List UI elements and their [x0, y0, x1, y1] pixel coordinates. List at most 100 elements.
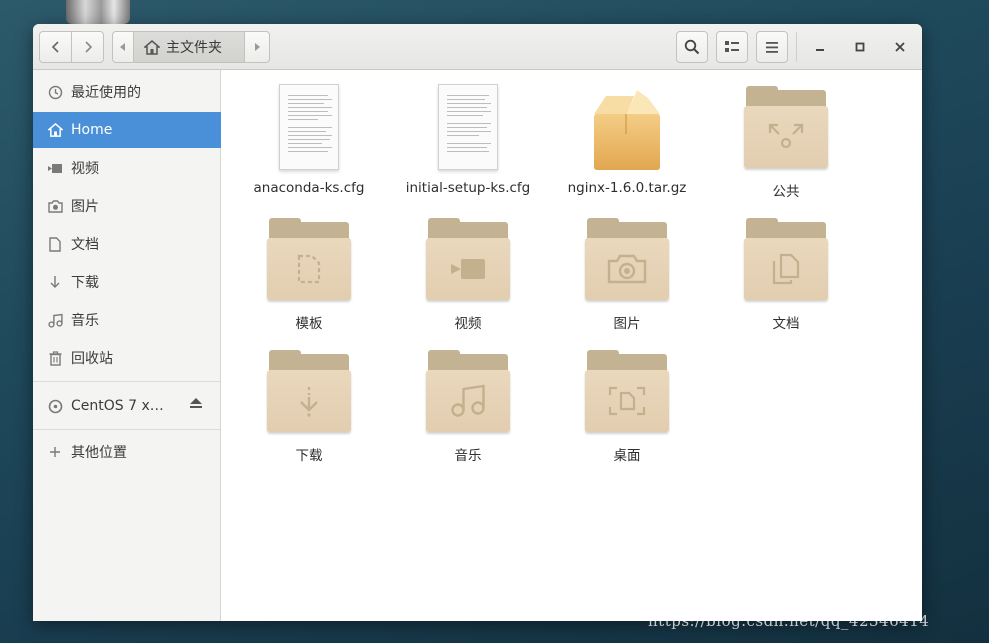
sidebar-item-documents[interactable]: 文档 [33, 226, 221, 262]
file-item[interactable]: nginx-1.6.0.tar.gz [557, 84, 697, 204]
folder-icon [582, 216, 672, 306]
folder-item[interactable]: 文档 [716, 216, 856, 336]
hamburger-icon [766, 41, 778, 53]
eject-icon[interactable] [189, 397, 203, 413]
watermark-text: https://blog.csdn.net/qq_42346414 [648, 612, 930, 630]
sidebar-divider [33, 429, 220, 430]
video-icon [46, 159, 64, 177]
folder-item[interactable]: 公共 [716, 84, 856, 204]
list-view-icon [725, 41, 739, 52]
folder-item[interactable]: 音乐 [398, 348, 538, 468]
file-name: 文档 [772, 316, 800, 332]
close-icon [895, 42, 905, 52]
header-bar: 主文件夹 [33, 24, 922, 70]
file-item[interactable]: initial-setup-ks.cfg [398, 84, 538, 204]
path-scroll-left-button[interactable] [112, 31, 134, 63]
sidebar-item-label: 图片 [71, 199, 99, 215]
folder-item[interactable]: 模板 [239, 216, 379, 336]
file-manager-window: 主文件夹 最近使用的 Home 视频 图片 文档 下载 音乐 回收站 CentO… [33, 24, 922, 621]
file-name: 模板 [295, 316, 323, 332]
trash-icon [46, 349, 64, 367]
music-icon [451, 384, 485, 417]
view-mode-button[interactable] [716, 31, 748, 63]
desktop-icon [608, 386, 646, 416]
clock-icon [46, 83, 64, 101]
sidebar-item-label: 视频 [71, 161, 99, 177]
camera-icon [46, 197, 64, 215]
minimize-button[interactable] [808, 35, 832, 59]
video-icon [451, 259, 485, 279]
music-icon [46, 311, 64, 329]
sidebar-item-home[interactable]: Home [33, 112, 221, 148]
home-icon [144, 39, 160, 55]
file-name: 图片 [613, 316, 641, 332]
sidebar-item-label: CentOS 7 x… [71, 398, 164, 414]
file-name: 桌面 [613, 448, 641, 464]
file-name: nginx-1.6.0.tar.gz [567, 180, 687, 196]
sidebar-item-music[interactable]: 音乐 [33, 302, 221, 338]
folder-icon [741, 84, 831, 174]
text-file-icon [264, 84, 354, 174]
folder-item[interactable]: 下载 [239, 348, 379, 468]
sidebar-item-pictures[interactable]: 图片 [33, 188, 221, 224]
sidebar-item-other-locations[interactable]: 其他位置 [33, 434, 221, 470]
folder-icon [741, 216, 831, 306]
path-crumb-label: 主文件夹 [166, 40, 222, 56]
sidebar-item-label: 下载 [71, 275, 99, 291]
download-icon [300, 387, 318, 417]
file-name: 音乐 [454, 448, 482, 464]
camera-icon [607, 254, 647, 284]
sidebar-item-label: 音乐 [71, 313, 99, 329]
file-grid: anaconda-ks.cfg initial-setup-ks.cfg ngi… [221, 70, 922, 621]
file-name: 公共 [772, 184, 800, 200]
file-name: 视频 [454, 316, 482, 332]
sidebar-item-label: 最近使用的 [71, 85, 141, 101]
maximize-icon [855, 42, 865, 52]
share-icon [768, 123, 804, 149]
template-icon [297, 254, 321, 284]
file-name: anaconda-ks.cfg [253, 180, 365, 196]
file-name: initial-setup-ks.cfg [405, 180, 531, 196]
search-button[interactable] [676, 31, 708, 63]
sidebar-item-downloads[interactable]: 下载 [33, 264, 221, 300]
sidebar-item-label: 回收站 [71, 351, 113, 367]
folder-icon [582, 348, 672, 438]
sidebar-item-trash[interactable]: 回收站 [33, 340, 221, 376]
folder-item[interactable]: 桌面 [557, 348, 697, 468]
sidebar-item-videos[interactable]: 视频 [33, 150, 221, 186]
triangle-right-icon [255, 43, 260, 51]
path-scroll-right-button[interactable] [244, 31, 270, 63]
back-button[interactable] [39, 31, 72, 63]
folder-icon [264, 348, 354, 438]
folder-icon [423, 216, 513, 306]
triangle-left-icon [120, 43, 125, 51]
folder-icon [264, 216, 354, 306]
desktop-trash-icon[interactable] [66, 0, 130, 24]
path-crumb-home[interactable]: 主文件夹 [133, 31, 245, 63]
file-item[interactable]: anaconda-ks.cfg [239, 84, 379, 204]
sidebar-item-label: Home [71, 122, 113, 138]
folder-icon [423, 348, 513, 438]
download-icon [46, 273, 64, 291]
sidebar-item-device-centos[interactable]: CentOS 7 x… [33, 388, 221, 424]
maximize-button[interactable] [848, 35, 872, 59]
text-file-icon [423, 84, 513, 174]
file-name: 下载 [295, 448, 323, 464]
menu-button[interactable] [756, 31, 788, 63]
folder-item[interactable]: 图片 [557, 216, 697, 336]
search-icon [684, 39, 700, 55]
close-button[interactable] [888, 35, 912, 59]
folder-item[interactable]: 视频 [398, 216, 538, 336]
archive-icon [582, 84, 672, 174]
document-icon [46, 235, 64, 253]
disc-icon [46, 397, 64, 415]
toolbar-separator [796, 32, 797, 62]
plus-icon [46, 443, 64, 461]
sidebar-item-label: 文档 [71, 237, 99, 253]
sidebar-item-recent[interactable]: 最近使用的 [33, 74, 221, 110]
document-icon [772, 253, 800, 285]
chevron-right-icon [84, 41, 92, 53]
sidebar-item-label: 其他位置 [71, 445, 127, 461]
forward-button[interactable] [71, 31, 104, 63]
sidebar: 最近使用的 Home 视频 图片 文档 下载 音乐 回收站 CentOS 7 x… [33, 70, 221, 621]
